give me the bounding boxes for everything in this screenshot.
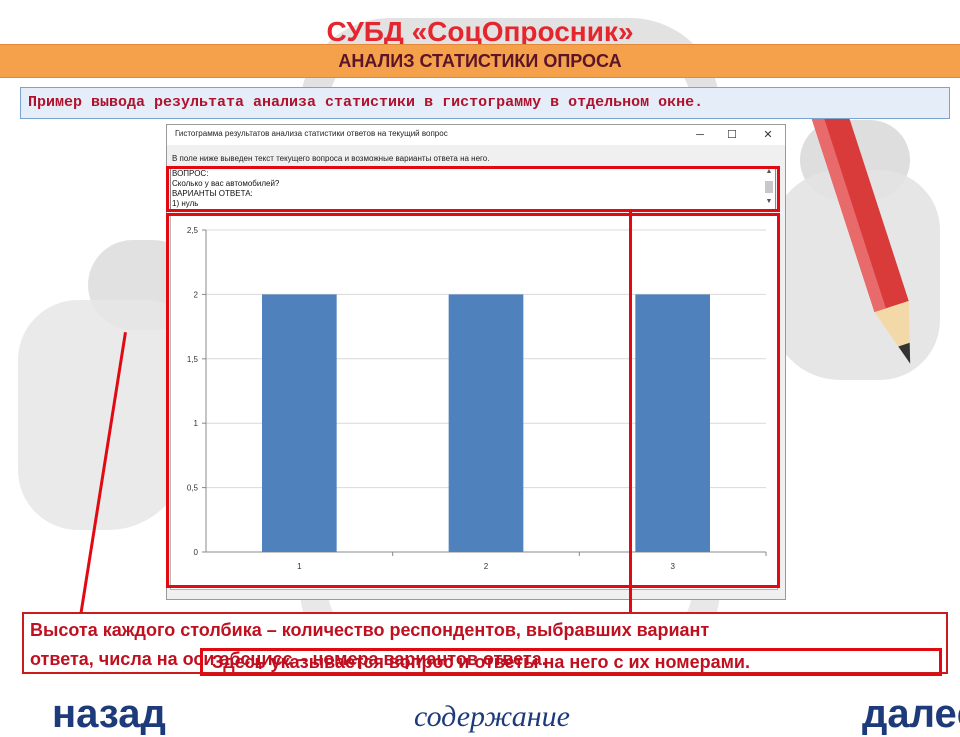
instruction-label: В поле ниже выведен текст текущего вопро… xyxy=(172,154,490,163)
close-button[interactable]: ✕ xyxy=(754,126,782,144)
nav-contents-link[interactable]: содержание xyxy=(414,700,570,734)
window-title: Гистограмма результатов анализа статисти… xyxy=(175,129,448,138)
pointer-line-question xyxy=(629,211,632,651)
note-text: Пример вывода результата анализа статист… xyxy=(28,94,704,111)
decorative-thumbs-up-hand xyxy=(18,300,188,530)
overlay-caption-text: Здесь указывается вопрос и ответы на нег… xyxy=(212,652,750,672)
nav-next-link[interactable]: далее xyxy=(862,692,960,737)
chart-highlight-box xyxy=(166,213,780,588)
nav-back-link[interactable]: назад xyxy=(52,692,166,737)
slide-subtitle: АНАЛИЗ СТАТИСТИКИ ОПРОСА xyxy=(338,51,622,71)
maximize-button[interactable]: ☐ xyxy=(718,126,746,144)
caption-line-1: Высота каждого столбика – количество рес… xyxy=(30,620,710,640)
minimize-button[interactable]: ─ xyxy=(686,126,714,144)
pencil-icon xyxy=(805,87,911,364)
question-highlight-box xyxy=(166,166,780,212)
